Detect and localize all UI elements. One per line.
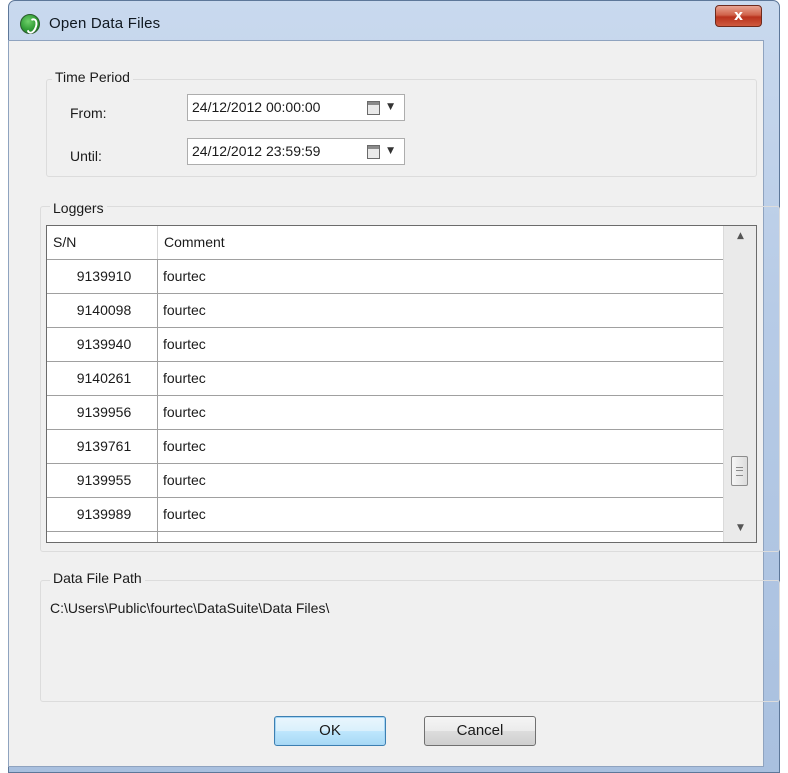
data-file-path-label: Data File Path (50, 570, 145, 586)
comment-cell[interactable]: fourtec (163, 294, 723, 327)
scrollbar-thumb[interactable] (731, 456, 748, 486)
comment-cell[interactable]: fourtec (163, 328, 723, 361)
scroll-up-icon[interactable]: ▲ (724, 226, 756, 246)
from-label: From: (70, 105, 107, 121)
sn-cell[interactable]: 9140045 (47, 532, 158, 542)
comment-cell[interactable]: fourtec (163, 260, 723, 293)
table-row[interactable]: 9139761 fourtec (47, 430, 723, 464)
comment-cell[interactable]: fourtec (163, 498, 723, 531)
comment-cell[interactable]: fourtec (163, 532, 723, 542)
scroll-down-icon[interactable]: ▼ (724, 518, 756, 538)
app-icon (20, 14, 40, 34)
calendar-icon[interactable] (367, 101, 380, 115)
until-datetime-value: 24/12/2012 23:59:59 (192, 143, 321, 159)
from-datetime-value: 24/12/2012 00:00:00 (192, 99, 321, 115)
table-row[interactable]: 9139956 fourtec (47, 396, 723, 430)
comment-cell[interactable]: fourtec (163, 396, 723, 429)
sn-cell[interactable]: 9139955 (47, 464, 158, 497)
data-file-path-value: C:\Users\Public\fourtec\DataSuite\Data F… (50, 600, 330, 616)
cancel-button[interactable]: Cancel (424, 716, 536, 746)
sn-cell[interactable]: 9139956 (47, 396, 158, 429)
comment-cell[interactable]: fourtec (163, 464, 723, 497)
comment-cell[interactable]: fourtec (163, 362, 723, 395)
table-row[interactable]: 9140098 fourtec (47, 294, 723, 328)
column-header-sn[interactable]: S/N (47, 226, 158, 259)
data-file-path-group (40, 580, 780, 702)
loggers-label: Loggers (50, 200, 107, 216)
sn-cell[interactable]: 9139761 (47, 430, 158, 463)
until-datetime-picker[interactable]: 24/12/2012 23:59:59 ▼ (187, 138, 405, 165)
chevron-down-icon[interactable]: ▼ (387, 139, 394, 164)
until-label: Until: (70, 148, 102, 164)
from-datetime-picker[interactable]: 24/12/2012 00:00:00 ▼ (187, 94, 405, 121)
grid-rows: 9139910 fourtec 9140098 fourtec 9139940 … (47, 260, 723, 542)
calendar-icon[interactable] (367, 145, 380, 159)
close-button[interactable]: x (715, 5, 762, 27)
sn-cell[interactable]: 9139989 (47, 498, 158, 531)
table-row[interactable]: 9139955 fourtec (47, 464, 723, 498)
table-row[interactable]: 9140261 fourtec (47, 362, 723, 396)
table-row[interactable]: 9139910 fourtec (47, 260, 723, 294)
comment-cell[interactable]: fourtec (163, 430, 723, 463)
time-period-label: Time Period (52, 69, 133, 85)
table-row[interactable]: 9140045 fourtec (47, 532, 723, 542)
loggers-grid[interactable]: S/N Comment 9139910 fourtec 9140098 four… (46, 225, 757, 543)
window-title: Open Data Files (49, 15, 161, 32)
table-row[interactable]: 9139989 fourtec (47, 498, 723, 532)
table-row[interactable]: 9139940 fourtec (47, 328, 723, 362)
grid-header: S/N Comment (47, 226, 723, 260)
column-header-comment[interactable]: Comment (158, 226, 723, 259)
sn-cell[interactable]: 9139910 (47, 260, 158, 293)
ok-button[interactable]: OK (274, 716, 386, 746)
sn-cell[interactable]: 9140261 (47, 362, 158, 395)
sn-cell[interactable]: 9139940 (47, 328, 158, 361)
chevron-down-icon[interactable]: ▼ (387, 95, 394, 120)
sn-cell[interactable]: 9140098 (47, 294, 158, 327)
title-bar[interactable]: Open Data Files x (9, 1, 779, 41)
vertical-scrollbar[interactable]: ▲ ▼ (723, 226, 756, 542)
